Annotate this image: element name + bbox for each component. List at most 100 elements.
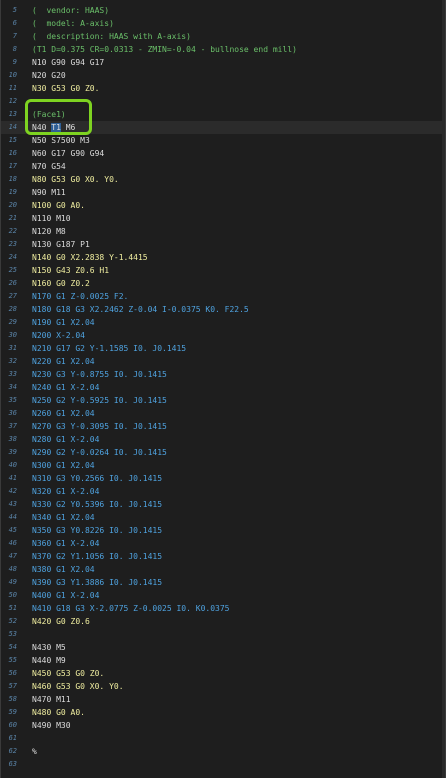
code-line[interactable]: 54 N430 M5 [1,641,445,654]
code-line[interactable]: 45 N350 G3 Y0.8226 I0. J0.1415 [1,524,445,537]
code-line[interactable]: 8 (T1 D=0.375 CR=0.0313 - ZMIN=-0.04 - bu… [1,43,445,56]
code-line[interactable]: 35 N250 G2 Y-0.5925 I0. J0.1415 [1,394,445,407]
code-line[interactable]: 16 N60 G17 G90 G94 [1,147,445,160]
code-token: N430 M5 [32,643,66,652]
line-number: 18 [8,175,17,183]
code-line[interactable]: 25 N150 G43 Z0.6 H1 [1,264,445,277]
code-line[interactable]: 59 N480 G0 A0. [1,706,445,719]
line-code: N10 G90 G94 G17 [32,56,445,69]
line-number: 12 [8,97,17,105]
code-line[interactable]: 28 N180 G18 G3 X2.2462 Z-0.04 I-0.0375 K0… [1,303,445,316]
code-line[interactable]: 37 N270 G3 Y-0.3095 I0. J0.1415 [1,420,445,433]
code-line[interactable]: 51 N410 G18 G3 X-2.0775 Z-0.0025 I0. K0.0… [1,602,445,615]
code-token: N80 G53 G0 X0. Y0. [32,175,119,184]
line-code: N260 G1 X2.04 [32,407,445,420]
code-line[interactable]: 48 N380 G1 X2.04 [1,563,445,576]
code-line[interactable]: 53 [1,628,445,641]
code-token: N130 G187 P1 [32,240,90,249]
line-number: 28 [8,305,17,313]
code-editor[interactable]: 5 ( vendor: HAAS) 6 ( model: A-axis) 7 ( desc… [0,0,446,778]
code-line[interactable]: 43 N330 G2 Y0.5396 I0. J0.1415 [1,498,445,511]
code-token: N160 G0 Z0.2 [32,279,90,288]
code-line[interactable]: 63 [1,758,445,771]
code-token: N200 X-2.04 [32,331,85,340]
code-line[interactable]: 41 N310 G3 Y0.2566 I0. J0.1415 [1,472,445,485]
line-number: 20 [8,201,17,209]
line-number: 5 [12,6,17,14]
line-number: 35 [8,396,17,404]
line-code: N120 M8 [32,225,445,238]
code-token: N50 S7500 M3 [32,136,90,145]
code-line[interactable]: 56 N450 G53 G0 Z0. [1,667,445,680]
line-number: 37 [8,422,17,430]
line-number: 39 [8,448,17,456]
code-line[interactable]: 57 N460 G53 G0 X0. Y0. [1,680,445,693]
code-token: N170 G1 Z-0.0025 F2. [32,292,129,301]
line-code: N110 M10 [32,212,445,225]
code-line[interactable]: 6 ( model: A-axis) [1,17,445,30]
code-line[interactable]: 5 ( vendor: HAAS) [1,4,445,17]
line-code: N220 G1 X2.04 [32,355,445,368]
code-line[interactable]: 60 N490 M30 [1,719,445,732]
code-token: N140 G0 X2.2838 Y-1.4415 [32,253,148,262]
code-line[interactable]: 14 N40 T1 M6 [1,121,445,134]
code-token: N260 G1 X2.04 [32,409,95,418]
code-token: N90 M11 [32,188,66,197]
code-line[interactable]: 19 N90 M11 [1,186,445,199]
code-line[interactable]: 46 N360 G1 X-2.04 [1,537,445,550]
code-line[interactable]: 10 N20 G20 [1,69,445,82]
code-line[interactable]: 11 N30 G53 G0 Z0. [1,82,445,95]
code-line[interactable]: 50 N400 G1 X-2.04 [1,589,445,602]
code-line[interactable]: 34 N240 G1 X-2.04 [1,381,445,394]
code-line[interactable]: 23 N130 G187 P1 [1,238,445,251]
code-line[interactable]: 49 N390 G3 Y1.3886 I0. J0.1415 [1,576,445,589]
code-line[interactable]: 13 (Face1) [1,108,445,121]
code-line[interactable]: 62% [1,745,445,758]
line-number: 63 [8,760,17,768]
code-line[interactable]: 31 N210 G17 G2 Y-1.1585 I0. J0.1415 [1,342,445,355]
code-line[interactable]: 58 N470 M11 [1,693,445,706]
line-number: 6 [12,19,17,27]
line-number: 60 [8,721,17,729]
code-token: N180 G18 G3 X2.2462 Z-0.04 I-0.0375 K0. … [32,305,249,314]
line-code: (Face1) [32,108,445,121]
code-line[interactable]: 12 [1,95,445,108]
code-token: ( model: A-axis) [32,19,114,28]
line-number: 15 [8,136,17,144]
line-code: N470 M11 [32,693,445,706]
code-line[interactable]: 32 N220 G1 X2.04 [1,355,445,368]
code-line[interactable]: 17 N70 G54 [1,160,445,173]
code-line[interactable]: 39 N290 G2 Y-0.0264 I0. J0.1415 [1,446,445,459]
code-line[interactable]: 27 N170 G1 Z-0.0025 F2. [1,290,445,303]
code-line[interactable]: 9 N10 G90 G94 G17 [1,56,445,69]
code-token: N410 G18 G3 X-2.0775 Z-0.0025 I0. K0.037… [32,604,230,613]
code-line[interactable]: 52 N420 G0 Z0.6 [1,615,445,628]
code-token: N250 G2 Y-0.5925 I0. J0.1415 [32,396,167,405]
code-line[interactable]: 47 N370 G2 Y1.1056 I0. J0.1415 [1,550,445,563]
code-line[interactable]: 22 N120 M8 [1,225,445,238]
code-line[interactable]: 15 N50 S7500 M3 [1,134,445,147]
vertical-scrollbar[interactable] [442,0,445,778]
code-line[interactable]: 44 N340 G1 X2.04 [1,511,445,524]
line-code: N320 G1 X-2.04 [32,485,445,498]
code-line[interactable]: 61 [1,732,445,745]
code-line[interactable]: 18 N80 G53 G0 X0. Y0. [1,173,445,186]
code-line[interactable]: 20 N100 G0 A0. [1,199,445,212]
line-code: N380 G1 X2.04 [32,563,445,576]
code-line[interactable]: 55 N440 M9 [1,654,445,667]
line-number: 53 [8,630,17,638]
code-line[interactable]: 33 N230 G3 Y-0.8755 I0. J0.1415 [1,368,445,381]
code-line[interactable]: 42 N320 G1 X-2.04 [1,485,445,498]
code-line[interactable]: 38 N280 G1 X-2.04 [1,433,445,446]
code-token: (T1 D=0.375 CR=0.0313 - ZMIN=-0.04 - bul… [32,45,297,54]
code-line[interactable]: 21 N110 M10 [1,212,445,225]
code-token: N440 M9 [32,656,66,665]
code-line[interactable]: 29 N190 G1 X2.04 [1,316,445,329]
code-token: N450 G53 G0 Z0. [32,669,105,678]
code-line[interactable]: 30 N200 X-2.04 [1,329,445,342]
code-line[interactable]: 26 N160 G0 Z0.2 [1,277,445,290]
code-line[interactable]: 36 N260 G1 X2.04 [1,407,445,420]
code-line[interactable]: 24 N140 G0 X2.2838 Y-1.4415 [1,251,445,264]
code-line[interactable]: 40 N300 G1 X2.04 [1,459,445,472]
code-line[interactable]: 7 ( description: HAAS with A-axis) [1,30,445,43]
